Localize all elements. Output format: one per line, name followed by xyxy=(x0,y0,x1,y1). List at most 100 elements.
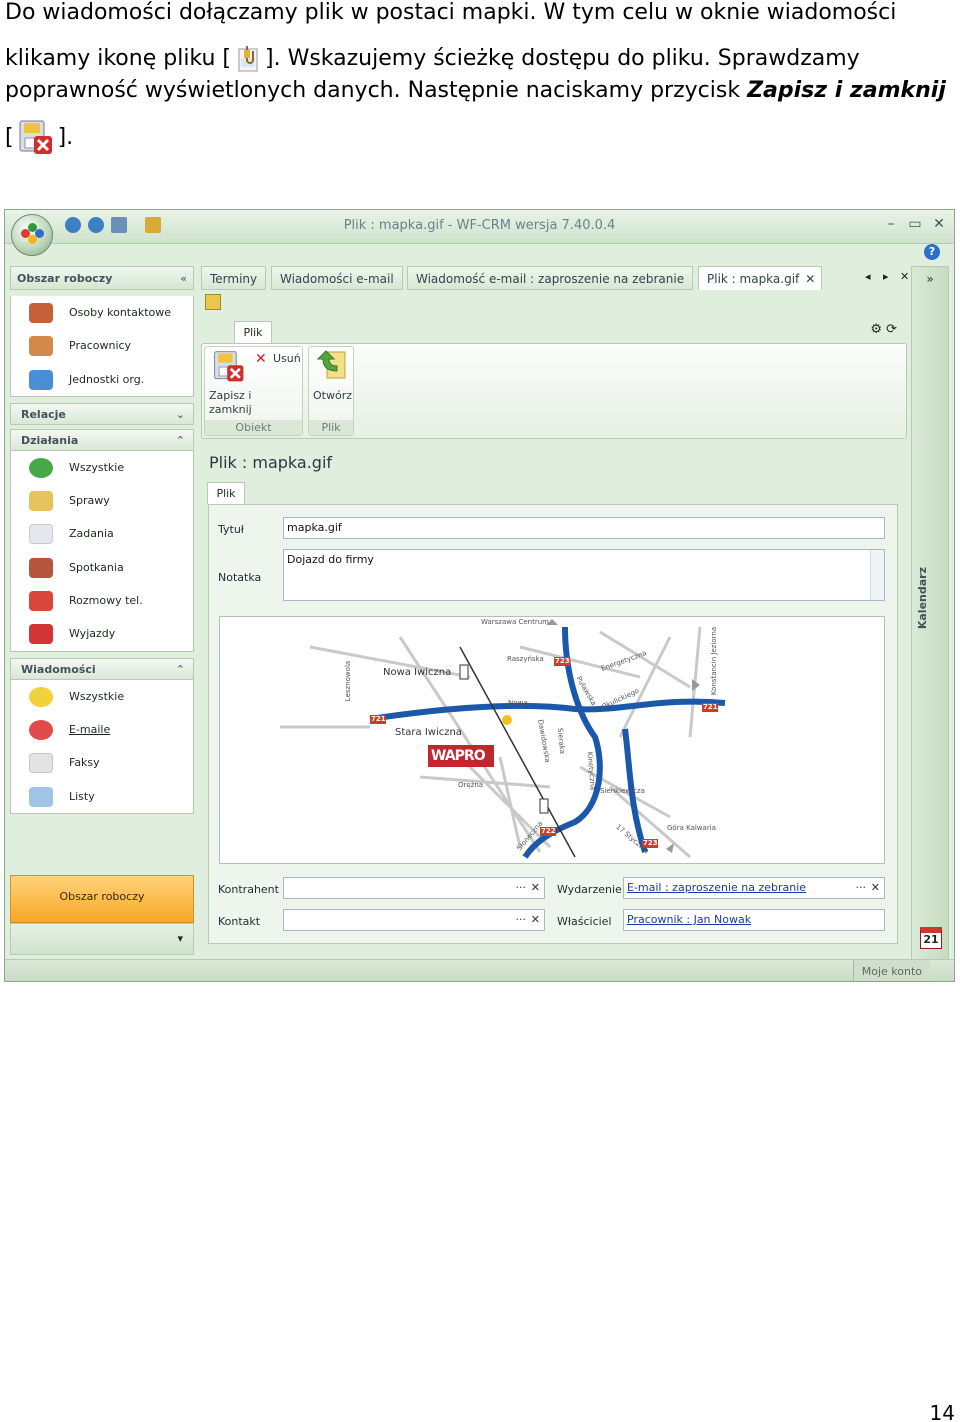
messages-header[interactable]: Wiadomości ⌃ xyxy=(10,657,194,681)
owner-field[interactable]: Pracownik : Jan Nowak xyxy=(623,909,885,931)
collapse-pane-icon[interactable]: « xyxy=(180,267,187,291)
nav-item-all-actions[interactable]: Wszystkie xyxy=(11,451,193,484)
form-title: Plik : mapka.gif xyxy=(209,453,333,472)
nav-item-employees[interactable]: Pracownicy xyxy=(11,329,193,362)
calendar-icon[interactable]: 21 xyxy=(920,927,942,949)
title-input[interactable]: mapka.gif xyxy=(283,517,885,539)
map-label-raszynska: Raszyńska xyxy=(507,655,544,663)
attach-icon[interactable] xyxy=(145,217,161,233)
help-icon[interactable]: ? xyxy=(924,244,940,260)
org-units-icon xyxy=(29,369,53,390)
nav-item-trips[interactable]: Wyjazdy xyxy=(11,617,193,650)
chevron-down-icon[interactable]: ▾ xyxy=(177,932,183,945)
nav-item-label: Sprawy xyxy=(69,494,110,508)
tab-prev-icon[interactable]: ◂ xyxy=(865,270,871,283)
event-link[interactable]: E-mail : zaproszenie na zebranie xyxy=(627,881,806,894)
actions-header-label: Działania xyxy=(21,433,79,447)
title-bar: Plik : mapka.gif - WF-CRM wersja 7.40.0.… xyxy=(5,210,954,244)
save-close-button[interactable]: Zapisz i zamknij xyxy=(209,349,255,417)
app-orb-icon[interactable] xyxy=(11,214,53,256)
doc-line-3-start: poprawność wyświetlonych danych. Następn… xyxy=(5,78,748,103)
nav-item-calls[interactable]: Rozmowy tel. xyxy=(11,584,193,617)
ribbon-group-file: Otwórz Plik xyxy=(308,346,354,436)
page-number: 14 xyxy=(929,1401,955,1422)
nav-item-label: Wyjazdy xyxy=(69,627,116,641)
nav-item-emails[interactable]: E-maile xyxy=(11,713,193,746)
nav-item-label: Listy xyxy=(69,789,95,803)
contact-clear-icon[interactable]: ✕ xyxy=(531,913,540,926)
nav-item-label: E-maile xyxy=(69,722,111,736)
tab-file-map[interactable]: Plik : mapka.gif ✕ xyxy=(698,266,823,291)
calendar-rail-label[interactable]: Kalendarz xyxy=(916,567,929,629)
quick-save-icon[interactable] xyxy=(205,294,221,310)
navigation-pane: Obszar roboczy « Osoby kontaktowe Pracow… xyxy=(10,266,194,956)
email-icon xyxy=(29,719,53,740)
ribbon-area: Plik ⚙ ⟳ Zapisz i zamknij ✕ Usuń Obiekt … xyxy=(201,291,907,441)
relations-header[interactable]: Relacje ⌄ xyxy=(10,402,194,426)
collapse-icon[interactable]: ⌃ xyxy=(176,659,185,681)
close-all-tabs-icon[interactable]: ✕ xyxy=(900,270,909,283)
contractor-clear-icon[interactable]: ✕ xyxy=(531,881,540,894)
doc-line-4-end: ]. xyxy=(57,125,74,150)
tab-email-messages[interactable]: Wiadomości e-mail xyxy=(271,266,403,290)
nav-item-cases[interactable]: Sprawy xyxy=(11,484,193,517)
tab-appointments[interactable]: Terminy xyxy=(201,266,267,290)
nav-item-all-messages[interactable]: Wszystkie xyxy=(11,680,193,713)
collapse-icon[interactable]: ⌃ xyxy=(176,430,185,452)
maximize-button[interactable]: ▭ xyxy=(906,215,924,233)
all-actions-icon xyxy=(29,457,53,478)
ribbon-tab-file[interactable]: Plik xyxy=(234,321,272,343)
nav-item-meetings[interactable]: Spotkania xyxy=(11,551,193,584)
nav-item-letters[interactable]: Listy xyxy=(11,780,193,813)
event-browse-button[interactable]: ··· xyxy=(856,881,867,894)
workspace-header[interactable]: Obszar roboczy « xyxy=(10,266,194,290)
open-button[interactable]: Otwórz xyxy=(311,349,353,409)
note-textarea[interactable]: Dojazd do firmy xyxy=(283,549,885,601)
event-field[interactable]: E-mail : zaproszenie na zebranie ··· ✕ xyxy=(623,877,885,899)
settings-icon[interactable]: ⚙ ⟳ xyxy=(870,322,897,337)
event-clear-icon[interactable]: ✕ xyxy=(871,881,880,894)
contact-field[interactable]: ··· ✕ xyxy=(283,909,545,931)
road-badge: 721 xyxy=(371,715,386,723)
contractor-field[interactable]: ··· ✕ xyxy=(283,877,545,899)
expand-icon[interactable]: ⌄ xyxy=(176,404,185,426)
nav-item-faxes[interactable]: Faksy xyxy=(11,746,193,779)
nav-item-label: Spotkania xyxy=(69,560,124,574)
actions-header[interactable]: Działania ⌃ xyxy=(10,428,194,452)
map-label-konstancin: Konstancin Jeziorna xyxy=(710,626,719,696)
contractor-label: Kontrahent xyxy=(218,883,279,896)
road-badge: 723 xyxy=(643,839,658,847)
nav-item-units[interactable]: Jednostki org. xyxy=(11,363,193,396)
actions-list: Wszystkie Sprawy Zadania Spotkania Rozmo… xyxy=(10,450,194,652)
contacts-icon xyxy=(29,303,53,323)
workspace-list: Osoby kontaktowe Pracownicy Jednostki or… xyxy=(10,296,194,397)
form-tab-file[interactable]: Plik xyxy=(207,482,245,504)
nav-item-tasks[interactable]: Zadania xyxy=(11,517,193,550)
workspace-header-label: Obszar roboczy xyxy=(17,272,113,285)
map-label-stara-iwiczna: Stara Iwiczna xyxy=(395,727,462,738)
delete-button[interactable]: ✕ Usuń xyxy=(255,351,301,367)
workspace-button[interactable]: Obszar roboczy xyxy=(10,875,194,923)
back-icon[interactable] xyxy=(65,217,81,233)
contact-browse-button[interactable]: ··· xyxy=(516,913,527,926)
close-tab-icon[interactable]: ✕ xyxy=(805,267,815,291)
wapro-logo: WAPRO xyxy=(431,748,486,764)
my-account-button[interactable]: Moje konto xyxy=(852,960,930,981)
tab-next-icon[interactable]: ▸ xyxy=(883,270,889,283)
map-image: Warszawa Centrum Nowa Iwiczna Stara Iwic… xyxy=(219,616,885,864)
expand-rail-icon[interactable]: » xyxy=(912,267,948,291)
close-button[interactable]: ✕ xyxy=(930,215,948,233)
doc-line-1: Do wiadomości dołączamy plik w postaci m… xyxy=(5,0,897,25)
owner-link[interactable]: Pracownik : Jan Nowak xyxy=(627,913,751,926)
note-scrollbar[interactable] xyxy=(870,550,884,600)
nav-item-label: Pracownicy xyxy=(69,339,132,353)
contractor-browse-button[interactable]: ··· xyxy=(516,881,527,894)
view-icon[interactable] xyxy=(111,217,127,233)
nav-item-contacts[interactable]: Osoby kontaktowe xyxy=(11,296,193,329)
doc-line-2: klikamy ikonę pliku [ ]. Wskazujemy ście… xyxy=(5,44,860,74)
forward-icon[interactable] xyxy=(88,217,104,233)
road-badge: 721 xyxy=(703,703,718,711)
minimize-button[interactable]: – xyxy=(882,215,900,233)
tab-email-invitation[interactable]: Wiadomość e-mail : zaproszenie na zebran… xyxy=(407,266,694,290)
nav-item-label: Wszystkie xyxy=(69,460,125,474)
